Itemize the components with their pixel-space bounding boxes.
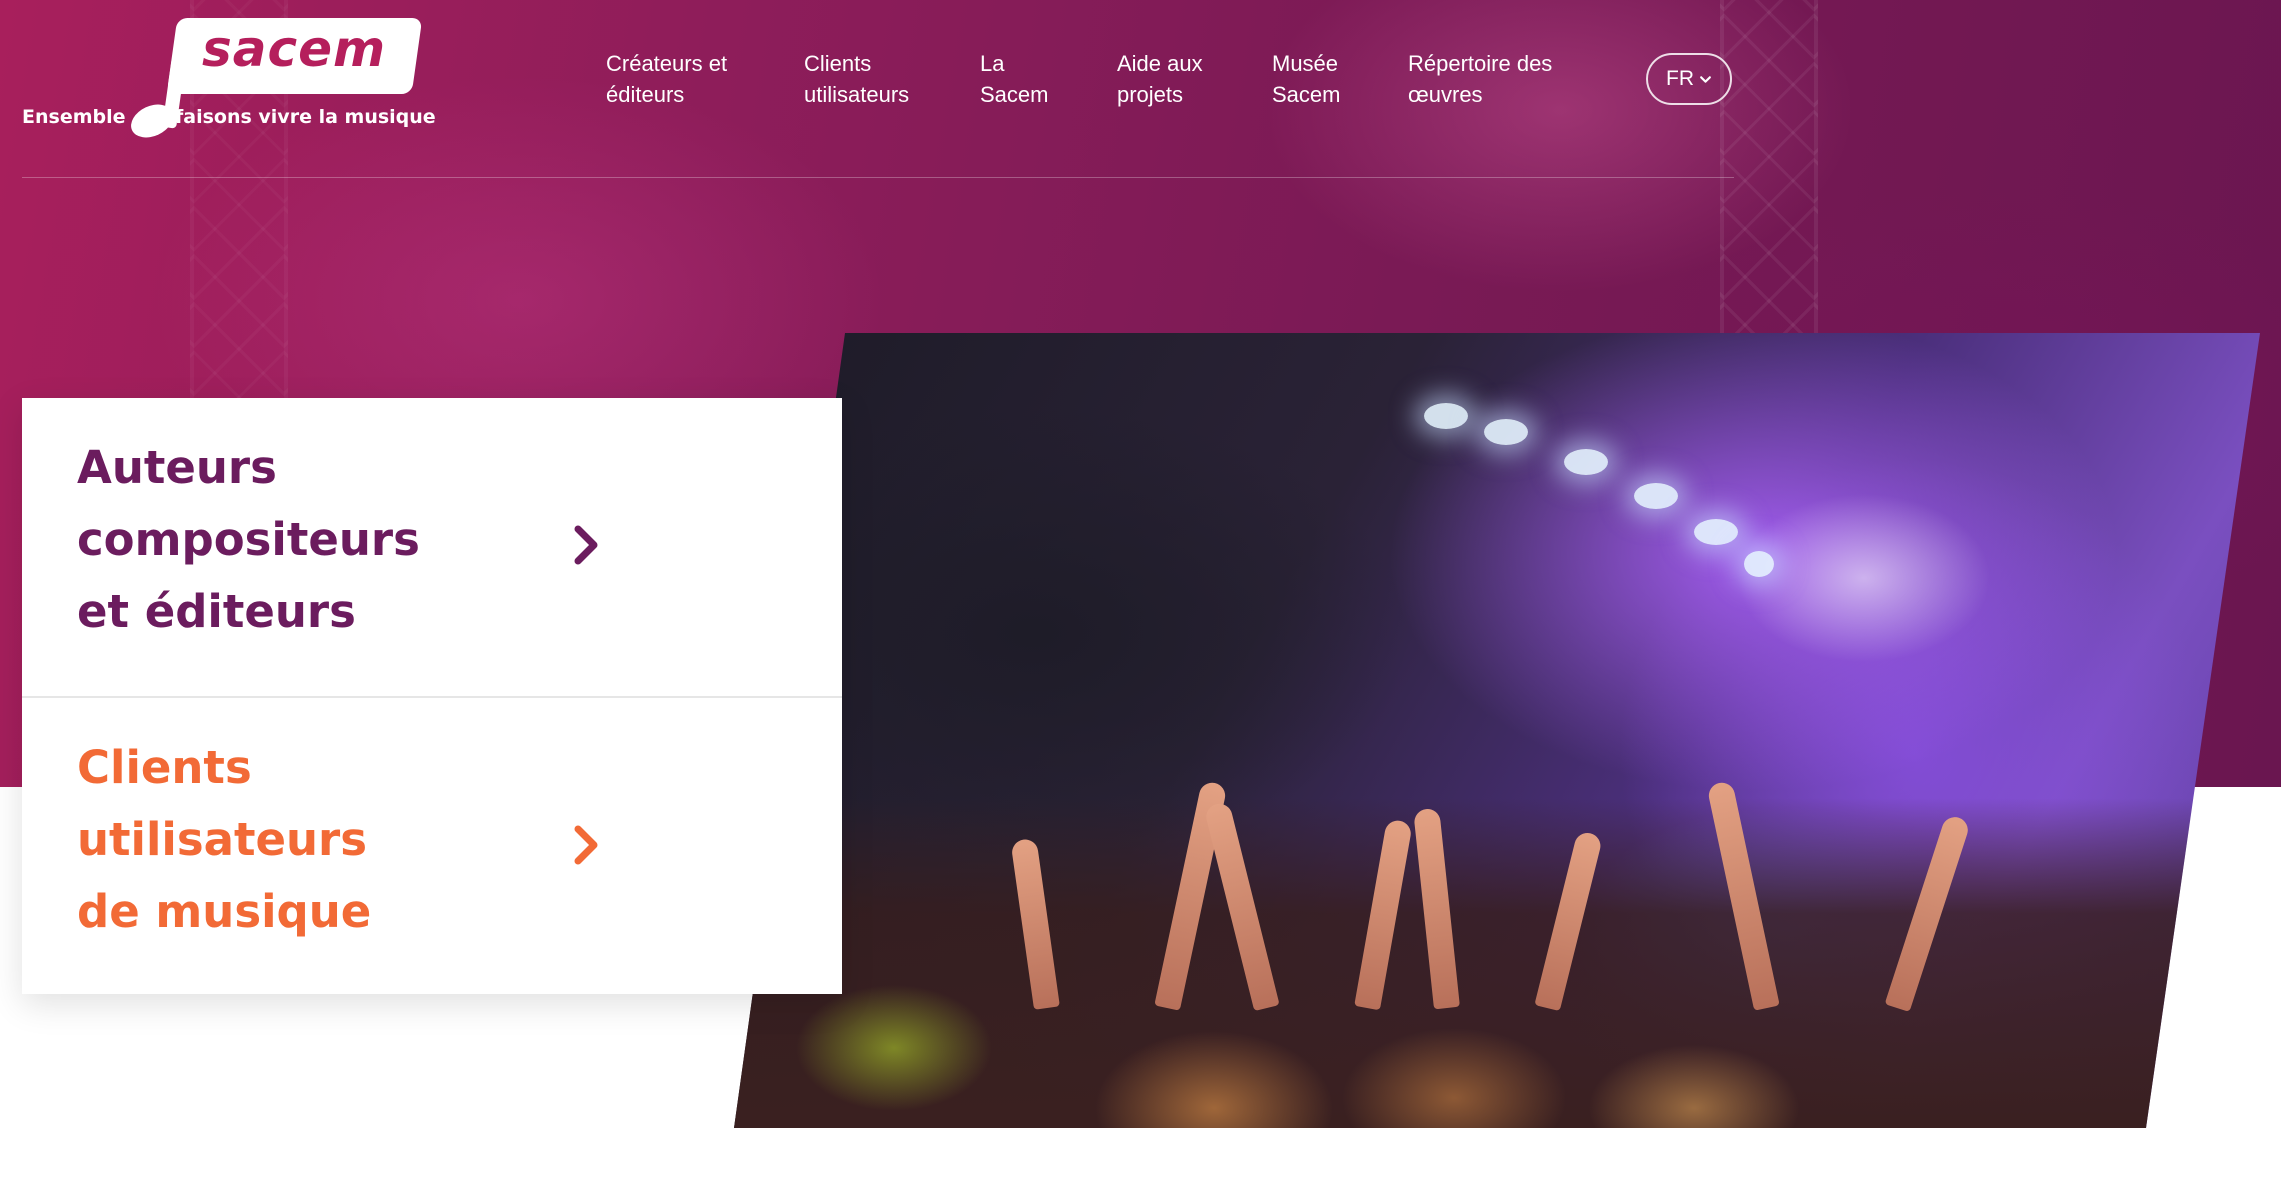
stage-light [1694, 519, 1738, 545]
crowd [734, 798, 2260, 1128]
header-divider [22, 177, 1734, 178]
category-title: Clients utilisateurs de musique [77, 741, 372, 938]
category-card: Auteurs compositeurs et éditeurs Clients… [22, 398, 842, 994]
category-clients-utilisateurs[interactable]: Clients utilisateurs de musique [22, 696, 842, 994]
language-label: FR [1666, 67, 1694, 90]
nav-item-aide-aux-projets[interactable]: Aide aux projets [1117, 48, 1203, 110]
chevron-down-icon [1700, 75, 1711, 83]
stage-light [1424, 403, 1468, 429]
chevron-right-icon [574, 825, 598, 865]
nav-item-clients-utilisateurs[interactable]: Clients utilisateurs [804, 48, 909, 110]
nav-item-repertoire-oeuvres[interactable]: Répertoire des œuvres [1408, 48, 1552, 110]
language-selector[interactable]: FR [1646, 53, 1732, 105]
chevron-right-icon [574, 525, 598, 565]
category-auteurs-compositeurs[interactable]: Auteurs compositeurs et éditeurs [22, 398, 842, 696]
nav-item-createurs-editeurs[interactable]: Créateurs et éditeurs [606, 48, 727, 110]
stage-light [1564, 449, 1608, 475]
stage-light [1634, 483, 1678, 509]
nav-item-la-sacem[interactable]: La Sacem [980, 48, 1048, 110]
stage-light [1484, 419, 1528, 445]
stage-light [1744, 551, 1774, 577]
category-title: Auteurs compositeurs et éditeurs [77, 441, 420, 638]
concert-photo [734, 333, 2260, 1128]
nav-item-musee-sacem[interactable]: Musée Sacem [1272, 48, 1340, 110]
main-navigation: Créateurs et éditeurs Clients utilisateu… [0, 48, 1740, 118]
